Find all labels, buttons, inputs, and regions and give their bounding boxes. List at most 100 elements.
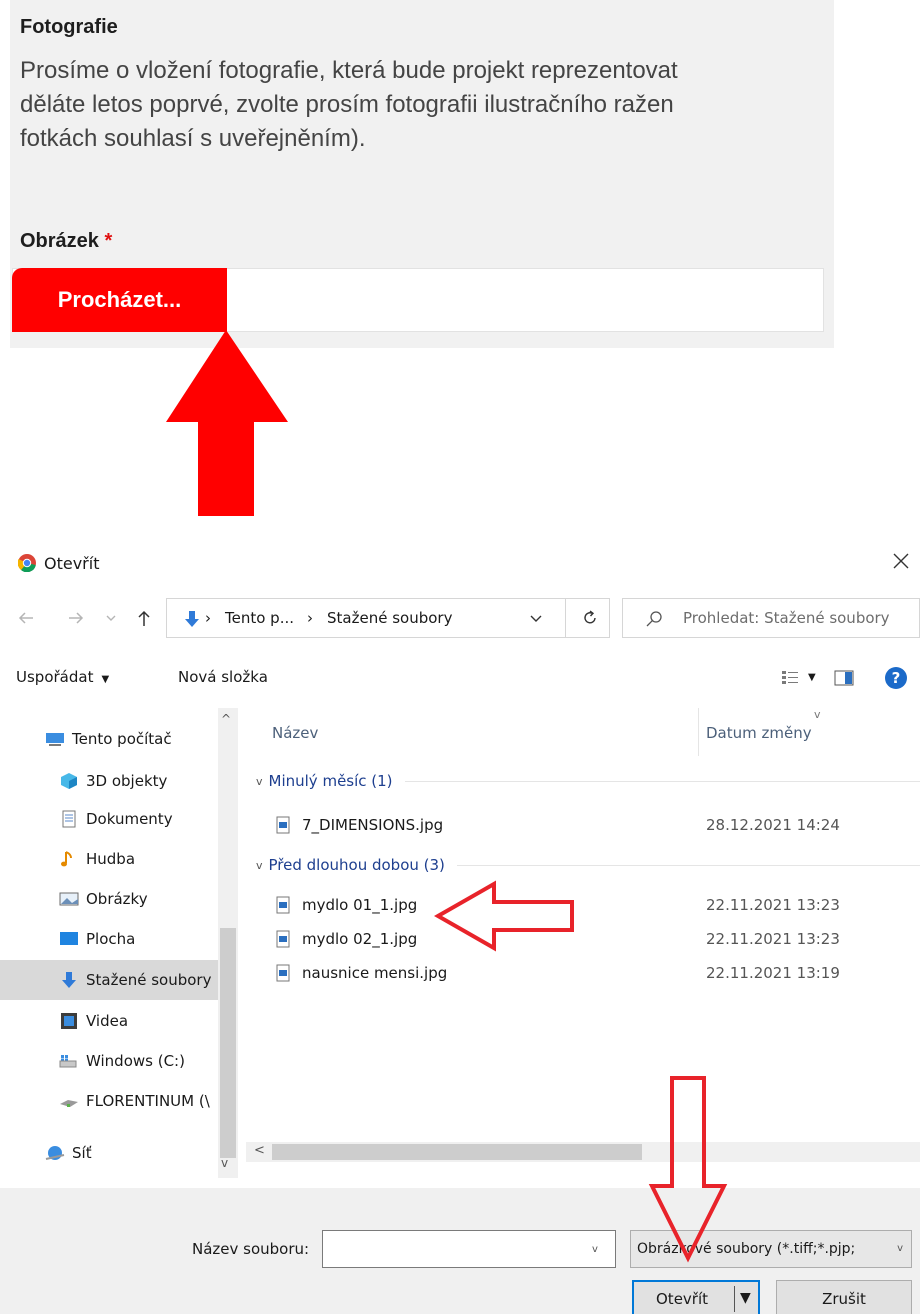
nav-item-3d-objects[interactable]: 3D objekty xyxy=(0,762,226,800)
open-button[interactable]: Otevřít ▼ xyxy=(632,1280,760,1314)
sort-chevron-icon: v xyxy=(814,708,821,721)
nav-item-label: Hudba xyxy=(86,850,136,868)
desktop-icon xyxy=(60,932,78,945)
group-chevron-icon: v xyxy=(256,774,263,788)
nav-scrollbar-thumb[interactable] xyxy=(220,928,236,1158)
file-date: 22.11.2021 13:23 xyxy=(706,896,840,914)
browse-button[interactable]: Procházet... xyxy=(12,268,227,332)
chevron-down-icon: v xyxy=(897,1243,903,1254)
dialog-toolbar: Uspořádat ▼ Nová složka ▼ ? xyxy=(0,658,920,698)
image-file-icon xyxy=(276,816,290,834)
breadcrumb-item[interactable]: Tento p... xyxy=(225,609,294,627)
nav-item-documents[interactable]: Dokumenty xyxy=(0,800,226,838)
search-box[interactable]: Prohledat: Stažené soubory xyxy=(622,598,920,638)
breadcrumb-item[interactable]: Stažené soubory xyxy=(327,609,452,627)
nav-item-florentinum[interactable]: FLORENTINUM (\ xyxy=(0,1082,226,1120)
preview-pane-icon[interactable] xyxy=(834,670,854,686)
description-line: fotkách souhlasí s uveřejněním). xyxy=(20,125,366,152)
nav-item-downloads[interactable]: Stažené soubory xyxy=(0,960,226,1000)
nav-item-label: Tento počítač xyxy=(72,730,172,748)
drive-icon xyxy=(59,1055,77,1068)
nav-item-label: 3D objekty xyxy=(86,772,168,790)
address-bar[interactable]: › Tento p... › Stažené soubory xyxy=(166,598,610,638)
file-row[interactable]: mydlo 01_1.jpg 22.11.2021 13:23 xyxy=(246,888,920,922)
dialog-titlebar: Otevřít xyxy=(0,538,920,588)
network-drive-icon xyxy=(60,1100,78,1107)
horizontal-scrollbar-thumb[interactable] xyxy=(272,1144,642,1160)
image-field-label-text: Obrázek xyxy=(20,230,99,252)
search-icon xyxy=(646,611,662,627)
file-date: 22.11.2021 13:23 xyxy=(706,930,840,948)
back-arrow-icon[interactable] xyxy=(16,608,36,628)
nav-item-windows-c[interactable]: Windows (C:) xyxy=(0,1042,226,1080)
nav-item-label: Dokumenty xyxy=(86,810,173,828)
caret-down-icon[interactable]: ▼ xyxy=(740,1290,751,1306)
filename-label: Název souboru: xyxy=(192,1240,310,1258)
computer-icon xyxy=(46,733,64,746)
recent-chevron-down-icon[interactable] xyxy=(104,608,118,628)
column-divider[interactable] xyxy=(698,708,699,756)
pictures-icon xyxy=(59,892,79,906)
up-arrow-icon[interactable] xyxy=(134,608,154,628)
file-row[interactable]: 7_DIMENSIONS.jpg 28.12.2021 14:24 xyxy=(246,808,920,842)
refresh-icon[interactable] xyxy=(581,609,599,627)
file-name: 7_DIMENSIONS.jpg xyxy=(302,816,444,834)
nav-item-label: Videa xyxy=(86,1012,129,1030)
column-date-header[interactable]: Datum změny xyxy=(706,724,812,742)
organize-button[interactable]: Uspořádat ▼ xyxy=(16,668,109,686)
group-divider xyxy=(404,780,920,782)
scroll-down-icon[interactable]: v xyxy=(221,1156,228,1170)
group-divider xyxy=(456,864,920,866)
forward-arrow-icon[interactable] xyxy=(66,608,86,628)
svg-text:?: ? xyxy=(892,669,901,687)
scroll-up-icon[interactable]: ^ xyxy=(221,712,231,726)
file-date: 22.11.2021 13:19 xyxy=(706,964,840,982)
split-divider xyxy=(734,1286,735,1312)
annotation-down-arrow-icon xyxy=(648,1076,728,1263)
description-line: Prosíme o vložení fotografie, která bude… xyxy=(20,57,678,84)
caret-down-icon[interactable]: ▼ xyxy=(808,672,816,683)
annotation-up-arrow-icon xyxy=(166,330,288,516)
address-dropdown-icon[interactable] xyxy=(529,613,543,625)
group-label: Minulý měsíc (1) xyxy=(268,772,393,790)
nav-item-label: Stažené soubory xyxy=(86,971,212,989)
nav-item-desktop[interactable]: Plocha xyxy=(0,920,226,958)
file-row[interactable]: nausnice mensi.jpg 22.11.2021 13:19 xyxy=(246,956,920,990)
download-icon xyxy=(62,972,76,988)
music-icon xyxy=(61,851,72,867)
nav-item-label: Plocha xyxy=(86,930,136,948)
group-header[interactable]: v Minulý měsíc (1) xyxy=(256,768,920,794)
address-row: › Tento p... › Stažené soubory Prohledat… xyxy=(0,596,920,642)
nav-scrollbar[interactable]: ^ v xyxy=(218,708,238,1178)
file-row[interactable]: mydlo 02_1.jpg 22.11.2021 13:23 xyxy=(246,922,920,956)
organize-label: Uspořádat xyxy=(16,668,94,686)
nav-item-videos[interactable]: Videa xyxy=(0,1002,226,1040)
close-icon[interactable] xyxy=(890,550,912,572)
image-file-icon xyxy=(276,964,290,982)
navigation-pane: Tento počítač 3D objekty Dokumenty Hudba… xyxy=(0,708,240,1188)
horizontal-scrollbar[interactable]: < xyxy=(246,1142,920,1162)
breadcrumb-separator-icon: › xyxy=(205,609,211,627)
file-date: 28.12.2021 14:24 xyxy=(706,816,840,834)
file-name: mydlo 02_1.jpg xyxy=(302,930,418,948)
filename-input[interactable] xyxy=(322,1230,616,1268)
column-name-header[interactable]: Název xyxy=(272,724,318,742)
video-icon xyxy=(61,1013,77,1029)
scroll-left-icon[interactable]: < xyxy=(254,1143,265,1158)
chrome-icon xyxy=(18,554,36,572)
nav-item-this-pc[interactable]: Tento počítač xyxy=(0,720,226,758)
new-folder-button[interactable]: Nová složka xyxy=(178,668,268,686)
filename-dropdown-icon[interactable]: v xyxy=(592,1244,598,1255)
nav-item-network[interactable]: Síť xyxy=(0,1134,226,1172)
dialog-footer: Název souboru: v Obrázkové soubory (*.ti… xyxy=(0,1188,920,1314)
nav-item-music[interactable]: Hudba xyxy=(0,840,226,878)
file-name: nausnice mensi.jpg xyxy=(302,964,448,982)
group-header[interactable]: v Před dlouhou dobou (3) xyxy=(256,852,920,878)
view-options-icon[interactable] xyxy=(780,668,800,688)
nav-item-pictures[interactable]: Obrázky xyxy=(0,880,226,918)
search-placeholder: Prohledat: Stažené soubory xyxy=(683,609,890,627)
help-icon[interactable]: ? xyxy=(884,666,908,690)
file-name: mydlo 01_1.jpg xyxy=(302,896,418,914)
cancel-button[interactable]: Zrušit xyxy=(776,1280,912,1314)
required-asterisk: * xyxy=(104,230,113,252)
